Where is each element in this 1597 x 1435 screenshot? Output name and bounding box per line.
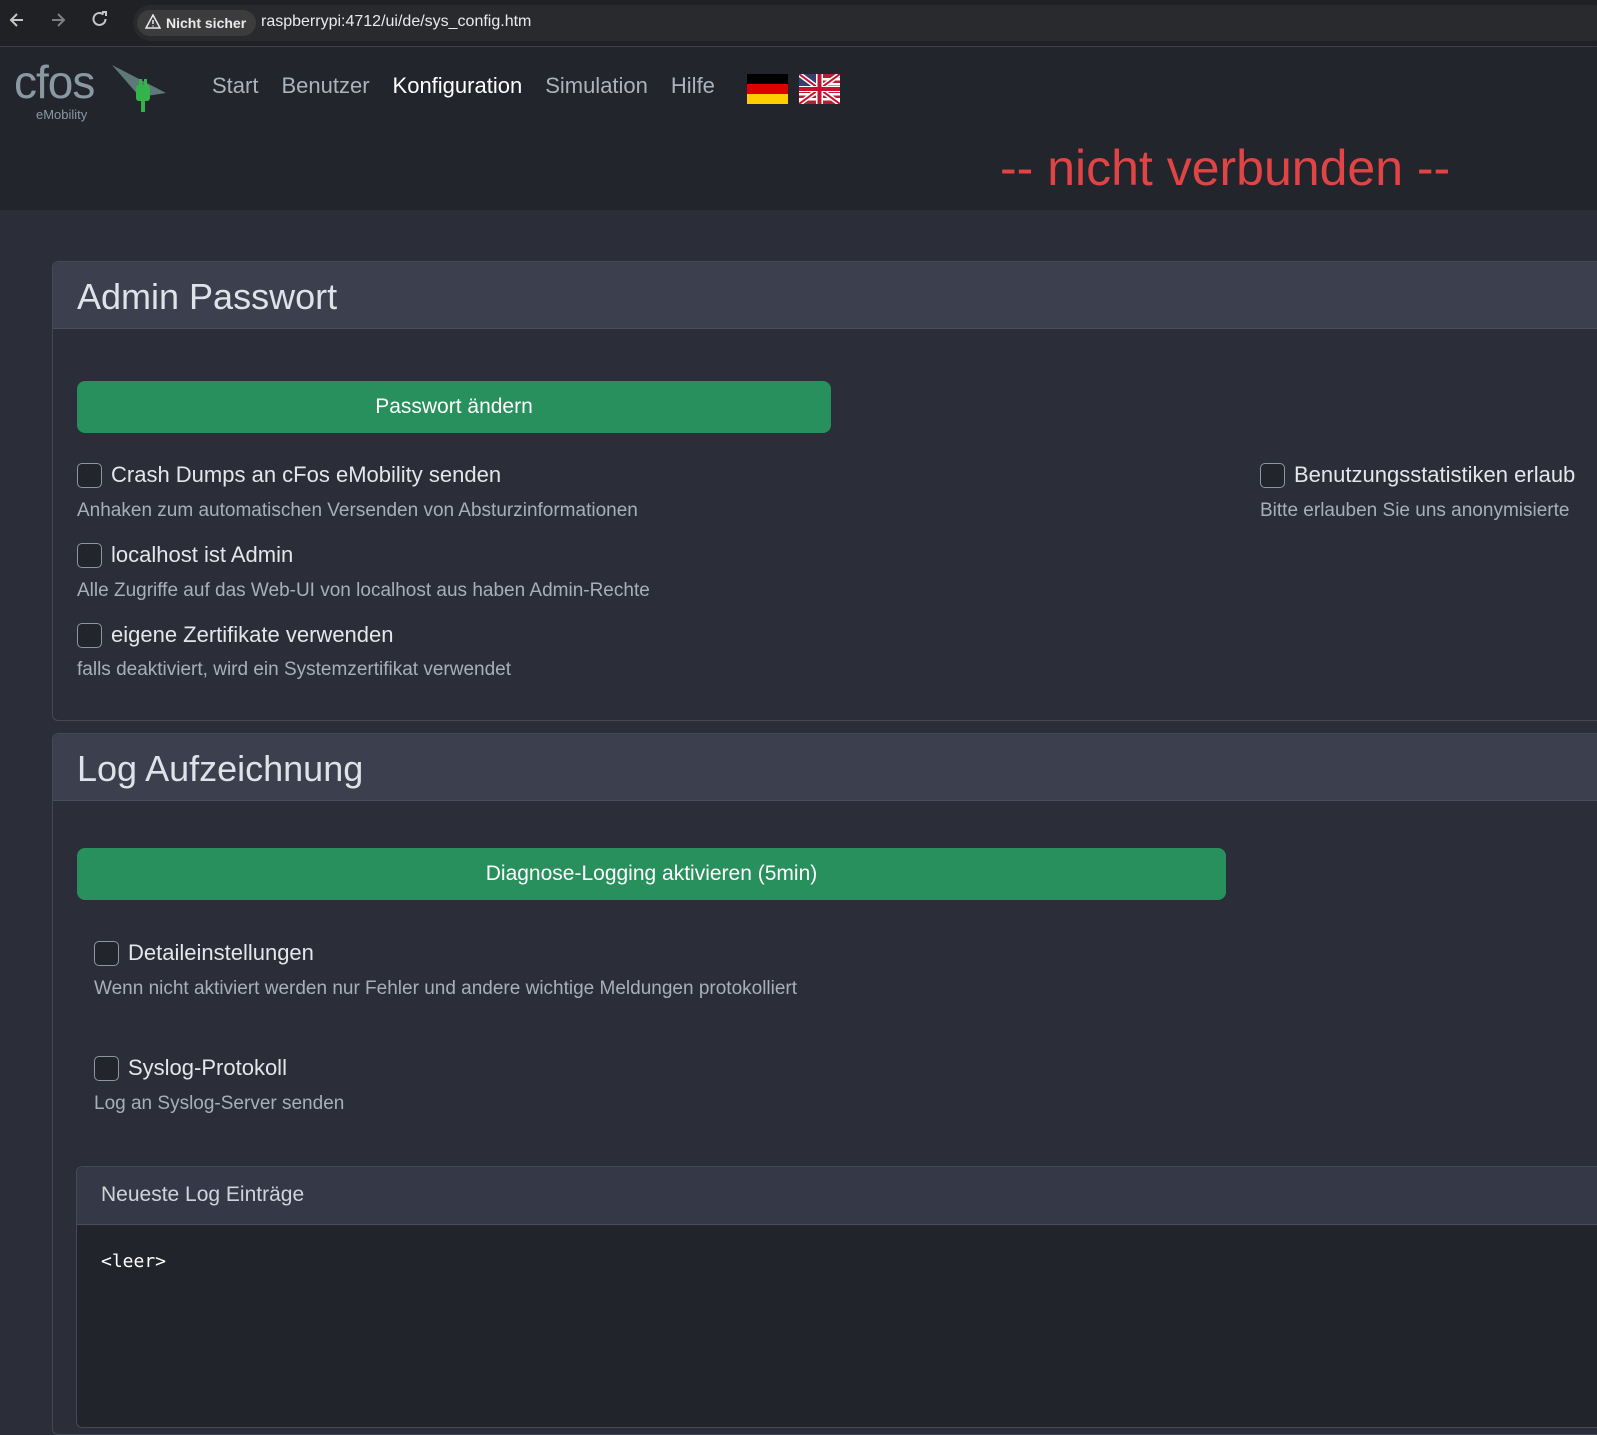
syslog-option[interactable]: Syslog-Protokoll bbox=[94, 1055, 287, 1081]
crash-dumps-option[interactable]: Crash Dumps an cFos eMobility senden bbox=[77, 462, 501, 488]
localhost-admin-checkbox[interactable] bbox=[77, 542, 102, 568]
diagnostic-logging-button[interactable]: Diagnose-Logging aktivieren (5min) bbox=[77, 848, 1226, 900]
log-entries-content: <leer> bbox=[101, 1251, 167, 1272]
url-text[interactable]: raspberrypi:4712/ui/de/sys_config.htm bbox=[261, 13, 531, 31]
security-label: Nicht sicher bbox=[166, 15, 247, 31]
detail-settings-label: Detaileinstellungen bbox=[128, 940, 314, 965]
log-entries-header: Neueste Log Einträge bbox=[77, 1167, 1597, 1225]
cfos-logo[interactable]: cfos eMobility bbox=[14, 55, 174, 125]
own-certificates-option[interactable]: eigene Zertifikate verwenden bbox=[77, 622, 394, 648]
log-card-title: Log Aufzeichnung bbox=[77, 748, 364, 789]
app-header: cfos eMobility Start Benutzer Konfigurat… bbox=[0, 47, 1597, 210]
warning-icon bbox=[144, 13, 162, 32]
nav-benutzer[interactable]: Benutzer bbox=[281, 73, 369, 99]
crash-dumps-checkbox[interactable] bbox=[77, 462, 102, 488]
nav-konfiguration[interactable]: Konfiguration bbox=[393, 73, 523, 99]
syslog-help: Log an Syslog-Server senden bbox=[94, 1093, 345, 1114]
own-certificates-checkbox[interactable] bbox=[77, 622, 102, 648]
crash-dumps-label: Crash Dumps an cFos eMobility senden bbox=[111, 462, 502, 487]
admin-password-card: Admin Passwort Passwort ändern Crash Dum… bbox=[52, 261, 1597, 721]
localhost-admin-option[interactable]: localhost ist Admin bbox=[77, 542, 293, 568]
arrow-right-icon[interactable] bbox=[45, 10, 71, 36]
address-bar[interactable]: Nicht sicher raspberrypi:4712/ui/de/sys_… bbox=[133, 5, 1597, 41]
syslog-label: Syslog-Protokoll bbox=[128, 1055, 287, 1080]
detail-settings-checkbox[interactable] bbox=[94, 940, 119, 966]
nav-hilfe[interactable]: Hilfe bbox=[671, 73, 715, 99]
log-entries-panel: Neueste Log Einträge <leer> bbox=[76, 1166, 1597, 1428]
arrow-left-icon[interactable] bbox=[4, 10, 30, 36]
usage-stats-help: Bitte erlauben Sie uns anonymisierte bbox=[1260, 500, 1570, 521]
nav-simulation[interactable]: Simulation bbox=[545, 73, 648, 99]
own-certificates-label: eigene Zertifikate verwenden bbox=[111, 622, 394, 647]
logo-subtext: eMobility bbox=[36, 107, 88, 122]
nav-start[interactable]: Start bbox=[212, 73, 258, 99]
log-card-header: Log Aufzeichnung bbox=[53, 734, 1597, 801]
log-entries-title: Neueste Log Einträge bbox=[101, 1183, 305, 1206]
detail-settings-help: Wenn nicht aktiviert werden nur Fehler u… bbox=[94, 978, 798, 999]
main-nav: Start Benutzer Konfiguration Simulation … bbox=[212, 73, 738, 99]
reload-icon[interactable] bbox=[87, 10, 113, 36]
logo-text: cfos bbox=[14, 56, 95, 108]
usage-stats-label: Benutzungsstatistiken erlaub bbox=[1294, 462, 1576, 487]
security-chip[interactable]: Nicht sicher bbox=[137, 10, 257, 36]
admin-card-title: Admin Passwort bbox=[77, 276, 338, 317]
uk-us-flag-icon[interactable] bbox=[799, 74, 840, 104]
change-password-button[interactable]: Passwort ändern bbox=[77, 381, 831, 433]
crash-dumps-help: Anhaken zum automatischen Versenden von … bbox=[77, 500, 638, 521]
german-flag-icon[interactable] bbox=[747, 74, 788, 104]
detail-settings-option[interactable]: Detaileinstellungen bbox=[94, 940, 314, 966]
plug-logo-icon bbox=[112, 65, 166, 112]
usage-stats-checkbox[interactable] bbox=[1260, 462, 1285, 488]
localhost-admin-label: localhost ist Admin bbox=[111, 542, 294, 567]
admin-card-header: Admin Passwort bbox=[53, 262, 1597, 329]
usage-stats-option[interactable]: Benutzungsstatistiken erlaub bbox=[1260, 462, 1575, 488]
own-certificates-help: falls deaktiviert, wird ein Systemzertif… bbox=[77, 659, 511, 680]
syslog-checkbox[interactable] bbox=[94, 1055, 119, 1081]
connection-status: -- nicht verbunden -- bbox=[1000, 140, 1451, 196]
browser-toolbar: Nicht sicher raspberrypi:4712/ui/de/sys_… bbox=[0, 0, 1597, 47]
localhost-admin-help: Alle Zugriffe auf das Web-UI von localho… bbox=[77, 580, 650, 601]
